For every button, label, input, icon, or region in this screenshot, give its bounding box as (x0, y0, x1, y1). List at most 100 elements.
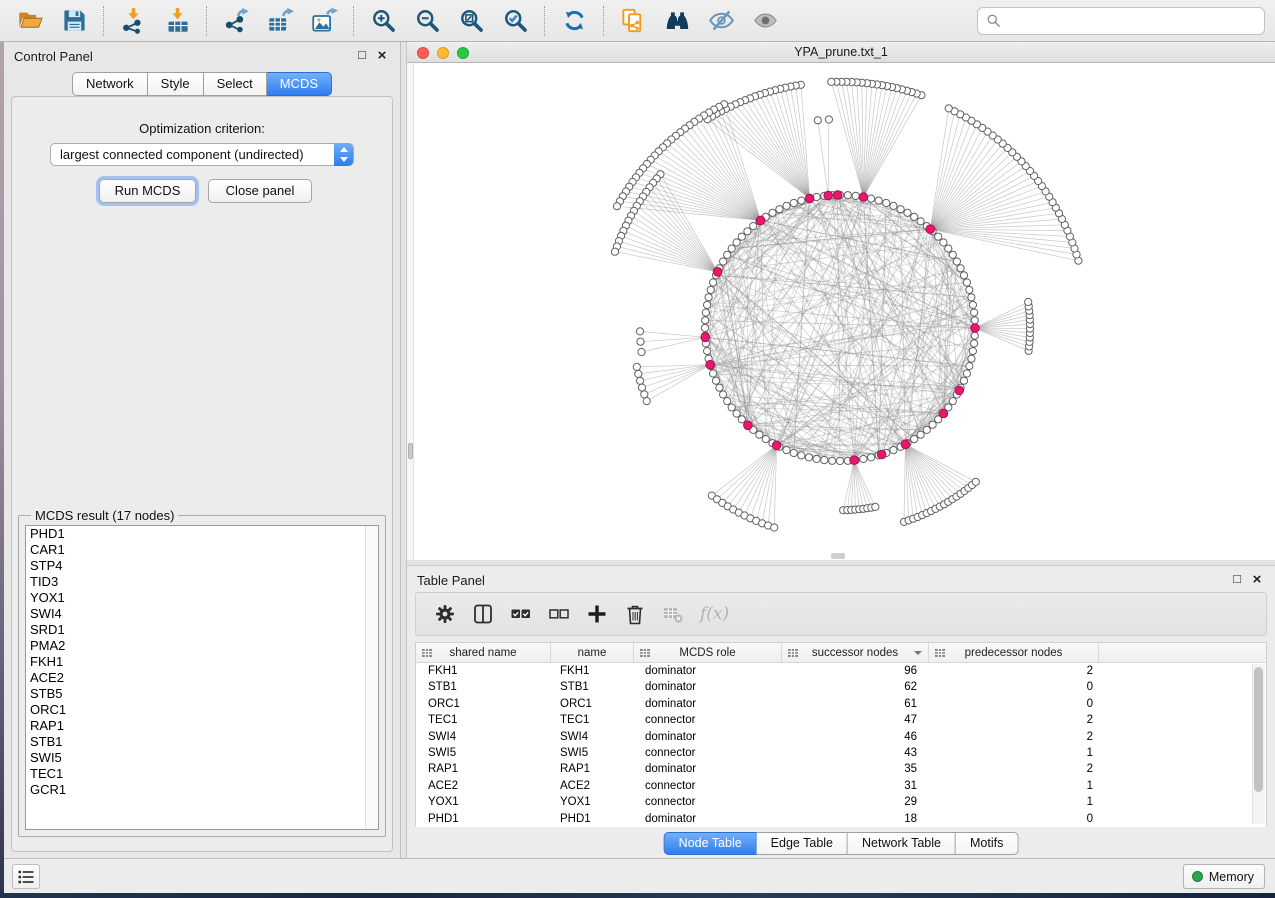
network-from-selection-button[interactable] (616, 4, 650, 38)
first-neighbors-button[interactable] (660, 4, 694, 38)
column-header-predecessor-nodes[interactable]: predecessor nodes (929, 643, 1099, 662)
graph-node[interactable] (971, 317, 978, 324)
graph-node[interactable] (702, 309, 709, 316)
graph-node[interactable] (710, 370, 717, 377)
graph-node[interactable] (762, 436, 769, 443)
graph-node[interactable] (872, 503, 879, 510)
graph-node[interactable] (935, 233, 942, 240)
graph-node[interactable] (1025, 298, 1032, 305)
mcds-result-node[interactable]: ACE2 (26, 670, 378, 686)
graph-node[interactable] (917, 431, 924, 438)
mcds-result-node[interactable]: GCR1 (26, 782, 378, 798)
mcds-result-node[interactable]: TEC1 (26, 766, 378, 782)
graph-node[interactable] (710, 279, 717, 286)
table-row[interactable]: ORC1ORC1dominator610 (416, 696, 1266, 712)
graph-node[interactable] (969, 348, 976, 355)
mcds-result-node[interactable]: TID3 (26, 574, 378, 590)
deselect-all-button[interactable] (542, 597, 576, 631)
graph-node[interactable] (960, 272, 967, 279)
mcds-result-node[interactable]: PHD1 (26, 526, 378, 542)
close-panel-button[interactable]: Close panel (208, 179, 312, 203)
graph-node[interactable] (868, 195, 875, 202)
graph-node[interactable] (904, 209, 911, 216)
task-history-button[interactable] (12, 864, 40, 889)
graph-node[interactable] (957, 265, 964, 272)
graph-node[interactable] (724, 398, 731, 405)
mcds-list-scrollbar[interactable] (365, 526, 378, 829)
save-session-button[interactable] (57, 4, 91, 38)
float-panel-icon[interactable]: □ (354, 47, 370, 62)
graph-node[interactable] (733, 410, 740, 417)
graph-node[interactable] (637, 377, 644, 384)
run-mcds-button[interactable]: Run MCDS (99, 179, 196, 203)
graph-node[interactable] (704, 348, 711, 355)
graph-node[interactable] (769, 209, 776, 216)
graph-node[interactable] (890, 447, 897, 454)
column-header-successor-nodes[interactable]: successor nodes (782, 643, 929, 662)
add-column-button[interactable] (580, 597, 614, 631)
mcds-result-node[interactable]: STP4 (26, 558, 378, 574)
network-window-titlebar[interactable]: YPA_prune.txt_1 (407, 42, 1275, 63)
graph-node[interactable] (875, 197, 882, 204)
graph-node[interactable] (635, 370, 642, 377)
graph-node[interactable] (636, 328, 643, 335)
tab-select[interactable]: Select (204, 72, 267, 96)
graph-node[interactable] (923, 426, 930, 433)
graph-node[interactable] (798, 452, 805, 459)
graph-node[interactable] (771, 524, 778, 531)
function-builder-button[interactable]: f(x) (700, 604, 729, 624)
graph-node[interactable] (638, 384, 645, 391)
graph-node[interactable] (776, 206, 783, 213)
graph-node[interactable] (738, 233, 745, 240)
show-all-button[interactable] (748, 4, 782, 38)
graph-node[interactable] (813, 455, 820, 462)
graph-node[interactable] (911, 213, 918, 220)
open-file-button[interactable] (13, 4, 47, 38)
mcds-result-node[interactable]: CAR1 (26, 542, 378, 558)
graph-node[interactable] (966, 286, 973, 293)
graph-node-dominator[interactable] (971, 324, 980, 333)
criterion-dropdown[interactable]: largest connected component (undirected) (50, 143, 354, 166)
mcds-result-node[interactable]: SWI5 (26, 750, 378, 766)
graph-node[interactable] (917, 218, 924, 225)
graph-node-dominator[interactable] (701, 333, 710, 342)
graph-node[interactable] (750, 223, 757, 230)
graph-node[interactable] (971, 332, 978, 339)
graph-node[interactable] (972, 478, 979, 485)
import-network-button[interactable] (116, 4, 150, 38)
mcds-result-node[interactable]: SRD1 (26, 622, 378, 638)
graph-node[interactable] (720, 258, 727, 265)
graph-node[interactable] (728, 404, 735, 411)
graph-node[interactable] (963, 370, 970, 377)
table-vertical-scrollbar[interactable] (1252, 664, 1265, 824)
graph-node[interactable] (949, 251, 956, 258)
graph-node[interactable] (744, 228, 751, 235)
table-row[interactable]: RAP1RAP1dominator352 (416, 761, 1266, 777)
graph-node[interactable] (949, 398, 956, 405)
mcds-result-list[interactable]: PHD1CAR1STP4TID3YOX1SWI4SRD1PMA2FKH1ACE2… (25, 525, 379, 830)
graph-node[interactable] (968, 355, 975, 362)
graph-node[interactable] (828, 78, 835, 85)
graph-node[interactable] (971, 309, 978, 316)
table-row[interactable]: SWI5SWI5connector431 (416, 745, 1266, 761)
graph-node[interactable] (836, 457, 843, 464)
graph-node-dominator[interactable] (713, 268, 722, 277)
graph-node[interactable] (821, 457, 828, 464)
export-image-button[interactable] (307, 4, 341, 38)
sort-chevron-icon[interactable] (914, 651, 922, 655)
graph-node-dominator[interactable] (877, 450, 886, 459)
graph-node[interactable] (852, 192, 859, 199)
graph-node[interactable] (633, 363, 640, 370)
table-row[interactable]: PHD1PHD1dominator180 (416, 811, 1266, 827)
graph-node-dominator[interactable] (833, 191, 842, 200)
tab-motifs[interactable]: Motifs (956, 832, 1018, 855)
tab-edge-table[interactable]: Edge Table (757, 832, 848, 855)
table-row[interactable]: STB1STB1dominator620 (416, 679, 1266, 695)
graph-node[interactable] (968, 294, 975, 301)
graph-node[interactable] (963, 279, 970, 286)
graph-node[interactable] (707, 286, 714, 293)
table-row[interactable]: ACE2ACE2connector311 (416, 778, 1266, 794)
network-horizontal-scrollbar-thumb[interactable] (831, 553, 845, 559)
graph-node[interactable] (940, 239, 947, 246)
graph-node-dominator[interactable] (772, 441, 781, 450)
